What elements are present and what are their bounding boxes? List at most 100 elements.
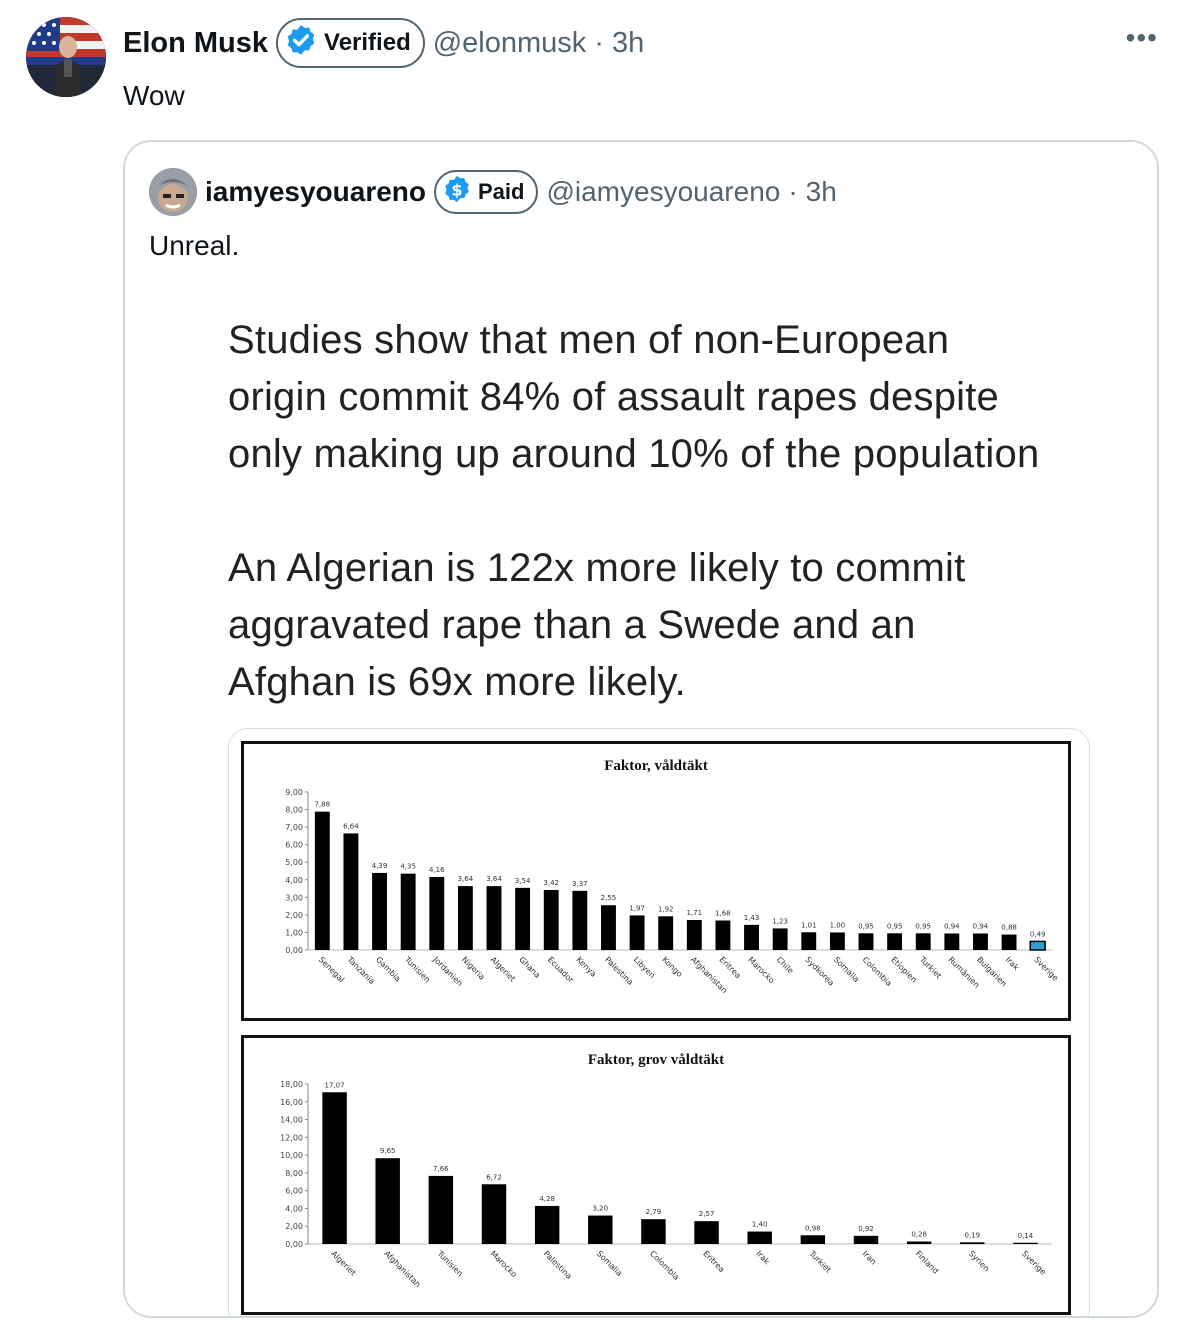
data-label: 0,88 [1001, 924, 1017, 932]
category-label: Tunisien [435, 1248, 465, 1278]
quoted-timestamp[interactable]: 3h [806, 176, 837, 208]
chart-rape-factor-svg: Faktor, våldtäkt 0,00 1,00 2,00 3,00 4,00 5,00… [285, 758, 1060, 995]
quoted-tweet-header: iamyesyouareno $ Paid @iamyesyouareno · … [205, 168, 837, 216]
tweet-text: Wow [123, 80, 185, 111]
chart-bar [601, 905, 616, 950]
chart-bar [887, 933, 903, 950]
chart-bar [314, 811, 330, 950]
author-name[interactable]: Elon Musk [123, 27, 268, 60]
category-label: Nigeria [460, 955, 487, 982]
category-label: Eritrea [718, 955, 743, 980]
verified-badge[interactable]: Verified [276, 18, 425, 68]
chart-bar [829, 932, 845, 950]
data-label: 3,37 [572, 880, 588, 888]
data-label: 1,97 [629, 904, 645, 912]
data-label: 1,71 [687, 909, 703, 917]
category-label: Marocko [489, 1249, 519, 1279]
chart-bar [853, 1235, 879, 1244]
chart-bar [322, 1092, 347, 1244]
chart-bar [429, 876, 445, 950]
y-tick-label: 0,00 [285, 946, 303, 955]
category-label: Libyen [632, 955, 657, 980]
y-tick-label: 3,00 [285, 893, 303, 902]
chart-bar [686, 919, 702, 950]
data-label: 6,72 [486, 1173, 502, 1181]
chart-bar [629, 915, 645, 950]
tweet-header: Elon Musk Verified @elonmusk · 3h [123, 18, 644, 68]
chart-bar [744, 924, 759, 950]
y-tick-label: 10,00 [280, 1151, 303, 1160]
chart-bar [906, 1241, 932, 1244]
quoted-author-handle[interactable]: @iamyesyouareno [546, 176, 780, 208]
y-tick-label: 18,00 [280, 1080, 303, 1089]
chart-bar [481, 1184, 507, 1244]
y-tick-label: 16,00 [280, 1098, 303, 1107]
verified-label: Verified [324, 29, 411, 56]
category-label: Kenya [574, 955, 598, 979]
category-label: Gambia [374, 955, 402, 983]
chart-title: Faktor, våldtäkt [604, 758, 708, 774]
chart-rape-factor: Faktor, våldtäkt 0,00 1,00 2,00 3,00 4,00 5,00… [241, 741, 1071, 1021]
chart-bar [588, 1215, 613, 1244]
chart-bar [858, 933, 874, 950]
category-label: Iran [861, 1249, 878, 1266]
chart-aggravated-rape-factor-svg: Faktor, grov våldtäkt 0,00 2,00 4,00 6,00 8,0… [280, 1052, 1052, 1289]
author-handle[interactable]: @elonmusk [433, 27, 587, 60]
timestamp[interactable]: 3h [612, 27, 644, 60]
chart-bar [715, 920, 731, 950]
category-label: Tunisien [402, 954, 432, 984]
category-label: Sydkorea [803, 955, 836, 988]
category-label: Colombia [648, 1249, 681, 1282]
chart-aggravated-rape-factor: Faktor, grov våldtäkt 0,00 2,00 4,00 6,00 8,0… [241, 1035, 1071, 1315]
data-label: 1,23 [772, 917, 788, 925]
y-tick-label: 4,00 [285, 876, 303, 885]
data-label: 2,57 [699, 1210, 715, 1218]
chart-bar [515, 887, 531, 950]
quoted-author-name[interactable]: iamyesyouareno [205, 176, 426, 208]
data-label: 9,65 [380, 1147, 396, 1155]
y-tick-label: 0,00 [285, 1240, 303, 1249]
more-horizontal-icon[interactable]: ••• [1126, 22, 1158, 54]
quoted-avatar[interactable] [149, 168, 197, 216]
chart-bar [641, 1219, 666, 1244]
y-tick-label: 5,00 [285, 858, 303, 867]
chart-bar [428, 1175, 454, 1244]
category-label: Ecuador [546, 955, 576, 985]
paid-badge[interactable]: $ Paid [434, 170, 539, 214]
chart-bar [534, 1205, 560, 1244]
data-label: 7,66 [433, 1165, 449, 1173]
category-label: Palestina [603, 955, 635, 987]
chart-bar [694, 1221, 719, 1244]
data-label: 0,94 [944, 922, 960, 930]
quoted-image[interactable]: Studies show that men of non-European or… [228, 312, 1128, 1316]
y-tick-label: 2,00 [285, 1222, 303, 1231]
quoted-tweet-card[interactable]: iamyesyouareno $ Paid @iamyesyouareno · … [123, 140, 1159, 1318]
category-label: Etiopien [889, 955, 918, 984]
data-label: 3,64 [458, 875, 474, 883]
category-label: Algeriet [329, 1249, 357, 1277]
chart-bar [486, 886, 502, 950]
data-label: 0,94 [973, 922, 989, 930]
data-label: 0,95 [887, 922, 903, 930]
chart-bar [772, 928, 788, 950]
y-tick-label: 4,00 [285, 1204, 303, 1213]
data-label: 0,95 [858, 922, 874, 930]
data-label: 3,54 [515, 877, 531, 885]
verified-check-icon [284, 23, 318, 64]
y-tick-label: 1,00 [285, 928, 303, 937]
data-label: 6,64 [343, 822, 359, 830]
category-label: Ghana [517, 955, 542, 980]
chart-bar [1013, 1242, 1038, 1244]
image-text-line: only making up around 10% of the populat… [228, 432, 1040, 476]
data-label: 0,49 [1030, 930, 1046, 938]
data-label: 0,95 [915, 922, 931, 930]
y-tick-label: 14,00 [280, 1116, 303, 1125]
dollar-badge-icon: $ [442, 174, 472, 210]
data-label: 4,28 [539, 1195, 555, 1203]
image-text-line: Studies show that men of non-European [228, 318, 950, 362]
avatar[interactable] [26, 17, 106, 97]
chart-bar [1001, 934, 1017, 950]
dot-separator: · [594, 26, 604, 59]
data-label: 0,19 [964, 1231, 980, 1239]
category-label: Sverige [1020, 1249, 1048, 1277]
